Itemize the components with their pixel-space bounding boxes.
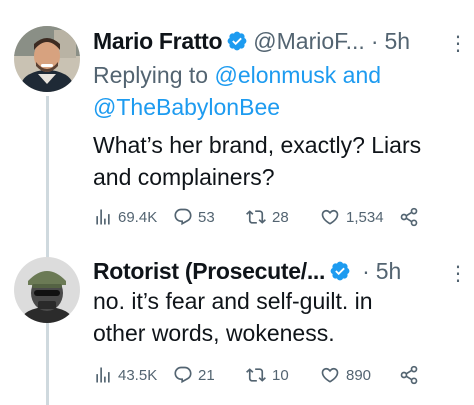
views-count: 69.4K xyxy=(118,208,158,226)
retweet-count: 10 xyxy=(272,366,289,384)
replying-to-label: Replying to xyxy=(93,62,209,88)
reply-button[interactable]: 53 xyxy=(173,207,215,227)
reply-count: 21 xyxy=(198,366,215,384)
tweet-header: Mario Fratto @MarioF... · 5h xyxy=(93,25,410,57)
tweet-text-line: no. it’s fear and self-guilt. in xyxy=(93,288,373,314)
like-icon xyxy=(321,209,339,225)
mention-link[interactable]: @elonmusk xyxy=(214,62,336,88)
views-icon xyxy=(96,367,110,383)
display-name[interactable]: Mario Fratto xyxy=(93,28,223,55)
retweet-count: 28 xyxy=(272,208,289,226)
like-button[interactable]: 890 xyxy=(319,365,371,385)
tweet-actions: 43.5K 21 10 890 xyxy=(93,365,473,387)
avatar-image xyxy=(14,257,80,323)
timestamp[interactable]: 5h xyxy=(385,28,411,55)
like-count: 1,534 xyxy=(346,208,384,226)
like-icon xyxy=(321,367,339,383)
tweet-text: no. it’s fear and self-guilt. in other w… xyxy=(93,285,373,349)
more-icon[interactable]: ⋮ xyxy=(448,261,468,286)
mention-link[interactable]: @TheBabylonBee xyxy=(93,94,280,120)
tweet[interactable]: Mario Fratto @MarioF... · 5h ⋮ Replying … xyxy=(0,0,474,405)
verified-badge-icon xyxy=(227,31,247,51)
views-button[interactable]: 69.4K xyxy=(93,207,157,227)
tweet[interactable]: Rotorist (Prosecute/... · 5h ⋮ no. it’s … xyxy=(0,250,474,405)
avatar-image xyxy=(14,26,80,92)
avatar[interactable] xyxy=(14,257,80,323)
timestamp[interactable]: 5h xyxy=(376,258,402,285)
reply-icon xyxy=(174,208,192,226)
retweet-button[interactable]: 28 xyxy=(245,207,289,227)
reply-button[interactable]: 21 xyxy=(173,365,215,385)
separator-dot: · xyxy=(370,27,379,54)
reply-count: 53 xyxy=(198,208,215,226)
replying-to: Replying to @elonmusk and @TheBabylonBee xyxy=(93,59,381,123)
views-icon xyxy=(96,209,110,225)
more-icon[interactable]: ⋮ xyxy=(448,31,468,56)
tweet-header: Rotorist (Prosecute/... · 5h xyxy=(93,255,401,287)
like-count: 890 xyxy=(346,366,372,384)
reply-icon xyxy=(174,366,192,384)
tweet-actions: 69.4K 53 28 1,534 xyxy=(93,207,473,229)
views-count: 43.5K xyxy=(118,366,158,384)
avatar[interactable] xyxy=(14,26,80,92)
like-button[interactable]: 1,534 xyxy=(319,207,384,227)
verified-badge-icon xyxy=(330,261,350,281)
views-button[interactable]: 43.5K xyxy=(93,365,157,385)
share-icon xyxy=(400,207,418,227)
share-icon xyxy=(400,365,418,385)
display-name[interactable]: Rotorist (Prosecute/... xyxy=(93,258,325,285)
retweet-button[interactable]: 10 xyxy=(245,365,289,385)
mention-and: and xyxy=(342,62,382,88)
share-button[interactable] xyxy=(399,207,419,227)
tweet-text-line: other words, wokeness. xyxy=(93,320,335,346)
handle[interactable]: @MarioF... xyxy=(253,28,365,55)
tweet-text-line: What’s her brand, exactly? Liars xyxy=(93,132,422,158)
tweet-text-line: and complainers? xyxy=(93,164,275,190)
retweet-icon xyxy=(246,368,266,382)
share-button[interactable] xyxy=(399,365,419,385)
tweet-text: What’s her brand, exactly? Liars and com… xyxy=(93,129,421,193)
retweet-icon xyxy=(246,210,266,224)
separator-dot: · xyxy=(362,257,370,284)
